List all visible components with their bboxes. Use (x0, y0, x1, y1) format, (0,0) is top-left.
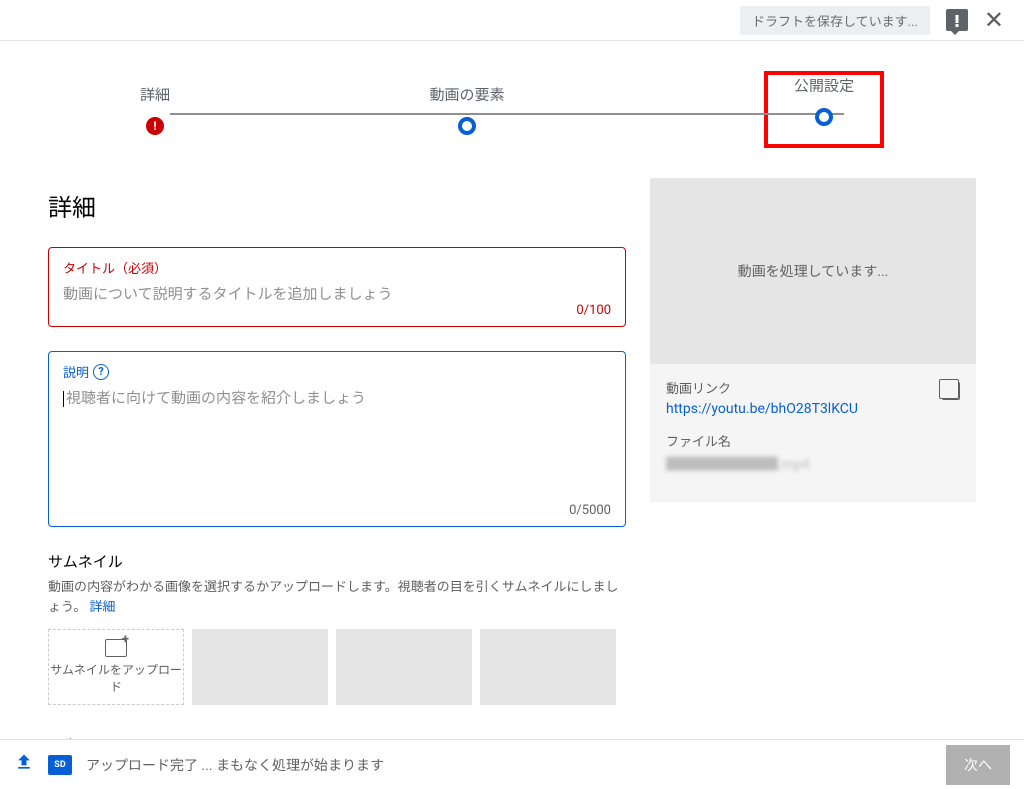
step-dot-icon (815, 108, 833, 126)
preview-panel: 動画を処理しています... 動画リンク https://youtu.be/bhO… (650, 178, 976, 756)
title-field[interactable]: タイトル（必須） 動画について説明するタイトルを追加しましょう 0/100 (48, 247, 626, 327)
step-label: 動画の要素 (429, 84, 504, 105)
filename-value: ████████.mp4 (666, 454, 960, 474)
description-label: 説明 ? (63, 362, 611, 381)
step-visibility[interactable]: 公開設定 (794, 75, 854, 126)
feedback-icon[interactable] (946, 9, 968, 31)
stepper-line (170, 113, 844, 115)
description-counter: 0/5000 (569, 503, 611, 518)
title-counter: 0/100 (576, 303, 611, 318)
step-elements[interactable]: 動画の要素 (429, 84, 504, 135)
thumbnail-upload-button[interactable]: サムネイルをアップロード (48, 629, 184, 705)
video-link-label: 動画リンク (666, 378, 858, 397)
upload-status-text: アップロード完了 ... まもなく処理が始まります (86, 755, 932, 775)
thumbnail-upload-label: サムネイルをアップロード (49, 661, 183, 695)
title-label: タイトル（必須） (63, 258, 611, 277)
draft-status-badge: ドラフトを保存しています... (740, 6, 930, 35)
description-field[interactable]: 説明 ? 視聴者に向けて動画の内容を紹介しましょう 0/5000 (48, 351, 626, 527)
step-label: 公開設定 (794, 75, 854, 96)
help-icon[interactable]: ? (93, 364, 109, 380)
sd-badge: SD (48, 755, 72, 775)
thumbnail-placeholder[interactable] (336, 629, 472, 705)
close-icon[interactable]: ✕ (984, 6, 1004, 34)
video-preview: 動画を処理しています... (650, 178, 976, 364)
top-bar: ドラフトを保存しています... ✕ (0, 0, 1024, 40)
next-button[interactable]: 次へ (946, 745, 1010, 785)
step-dot-icon (458, 117, 476, 135)
thumbnail-placeholder[interactable] (480, 629, 616, 705)
description-label-text: 説明 (63, 362, 89, 381)
copy-icon[interactable] (942, 382, 960, 400)
title-placeholder: 動画について説明するタイトルを追加しましょう (63, 283, 611, 304)
error-icon: ! (146, 117, 164, 135)
thumbnail-description: 動画の内容がわかる画像を選択するかアップロードします。視聴者の目を引くサムネイル… (48, 578, 626, 617)
stepper: 詳細 ! 動画の要素 公開設定 (0, 41, 1024, 178)
highlight-annotation: 公開設定 (764, 71, 884, 148)
page-title: 詳細 (48, 188, 626, 223)
thumbnail-section: サムネイル 動画の内容がわかる画像を選択するかアップロードします。視聴者の目を引… (48, 551, 626, 705)
footer-bar: SD アップロード完了 ... まもなく処理が始まります 次へ (0, 739, 1024, 789)
description-placeholder: 視聴者に向けて動画の内容を紹介しましょう (63, 387, 611, 408)
thumbnail-placeholder[interactable] (192, 629, 328, 705)
upload-icon (14, 752, 34, 777)
step-label: 詳細 (140, 84, 170, 105)
processing-text: 動画を処理しています... (738, 261, 889, 281)
video-link[interactable]: https://youtu.be/bhO28T3lKCU (666, 401, 858, 417)
thumbnail-detail-link[interactable]: 詳細 (89, 600, 115, 615)
add-image-icon (105, 639, 127, 657)
filename-label: ファイル名 (666, 431, 960, 450)
step-details[interactable]: 詳細 ! (140, 84, 170, 135)
thumbnail-title: サムネイル (48, 551, 626, 572)
